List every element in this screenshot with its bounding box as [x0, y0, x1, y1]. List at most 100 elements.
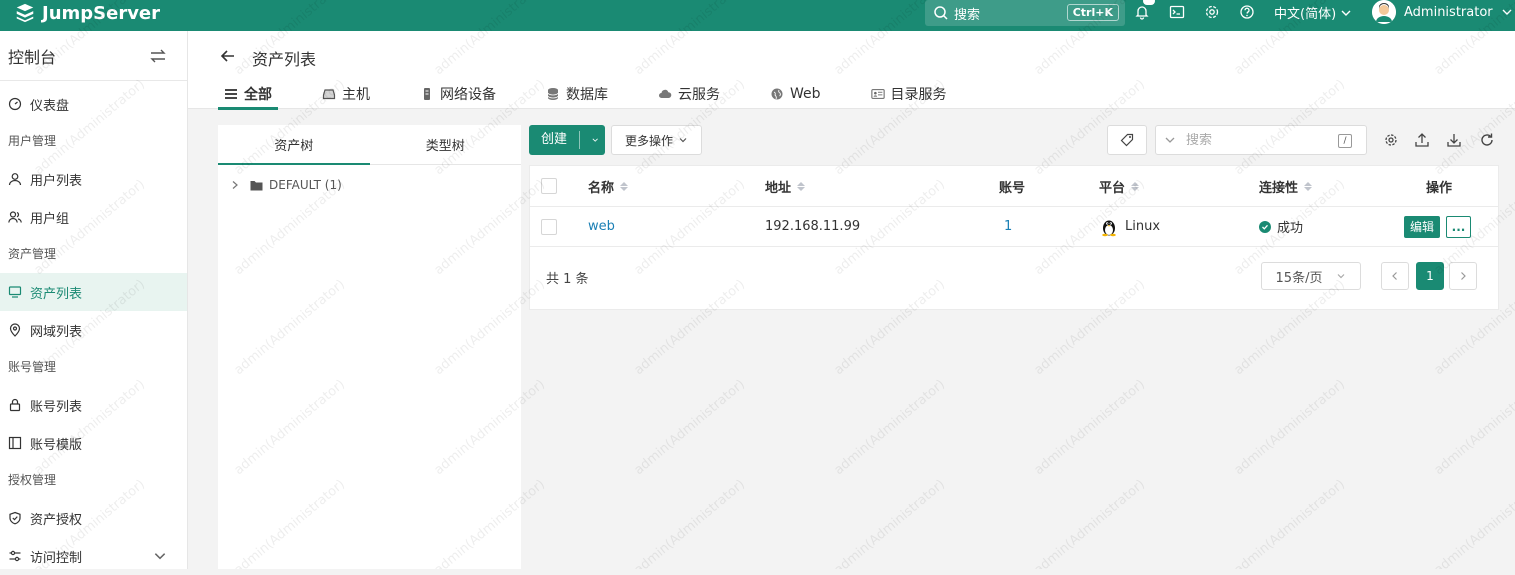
template-icon	[8, 436, 22, 450]
watermark-text: admin(Administrator)	[1431, 476, 1515, 569]
search-input[interactable]	[1186, 132, 1326, 148]
settings-button[interactable]	[1203, 3, 1221, 21]
table-search[interactable]: /	[1155, 125, 1367, 155]
import-icon[interactable]	[1446, 132, 1462, 148]
asset-name-link[interactable]: web	[588, 219, 615, 234]
sort-icon[interactable]	[620, 181, 629, 191]
row-actions: 编辑 ...	[1404, 215, 1472, 238]
sidebar-item-access-control[interactable]: 访问控制	[0, 537, 187, 575]
column-connectivity[interactable]: 连接性	[1259, 177, 1313, 196]
asset-accounts-link[interactable]: 1	[1004, 219, 1012, 234]
create-button[interactable]: 创建	[529, 125, 605, 155]
tab-network-device[interactable]: 网络设备	[414, 79, 502, 109]
global-search[interactable]: 搜索 Ctrl+K	[925, 0, 1125, 26]
more-button[interactable]: ...	[1446, 215, 1472, 238]
directory-icon	[870, 89, 885, 99]
location-icon	[9, 323, 21, 337]
sidebar-item-asset-list[interactable]: 资产列表	[0, 273, 187, 311]
sort-icon[interactable]	[1304, 181, 1313, 191]
switch-view-icon[interactable]	[149, 48, 167, 64]
export-icon[interactable]	[1414, 132, 1430, 148]
chevron-down-icon[interactable]	[1164, 134, 1176, 146]
refresh-icon[interactable]	[1479, 132, 1495, 148]
select-all-checkbox[interactable]	[541, 178, 557, 194]
user-menu[interactable]: Administrator	[1372, 0, 1513, 24]
chevron-right-icon[interactable]	[230, 180, 240, 190]
watermark-text: admin(Administrator)	[1231, 476, 1349, 569]
asset-type-tabs: 全部 主机 网络设备 数据库 云服务 Web 目录服务	[218, 79, 991, 110]
edit-button[interactable]: 编辑	[1404, 215, 1441, 238]
tab-cloud[interactable]: 云服务	[652, 79, 726, 109]
tab-host[interactable]: 主机	[316, 79, 376, 109]
terminal-button[interactable]	[1168, 3, 1186, 21]
tab-type-tree[interactable]: 类型树	[369, 125, 521, 165]
top-bar: JumpServer 搜索 Ctrl+K 中文(简体) Administrato…	[0, 0, 1515, 31]
sort-icon[interactable]	[797, 181, 806, 191]
next-page-button[interactable]	[1449, 262, 1477, 290]
tab-directory[interactable]: 目录服务	[865, 79, 953, 109]
tab-label: 全部	[244, 87, 272, 103]
watermark-text: admin(Administrator)	[1231, 376, 1349, 479]
global-search-placeholder: 搜索	[954, 7, 981, 23]
gear-icon[interactable]	[1383, 132, 1399, 148]
sidebar-item-domain-list[interactable]: 网域列表	[0, 311, 187, 349]
tab-all[interactable]: 全部	[218, 79, 278, 110]
sidebar-item-account-template[interactable]: 账号模版	[0, 424, 187, 462]
back-arrow-icon[interactable]	[220, 48, 236, 64]
sidebar-item-label: 资产授权	[30, 512, 83, 528]
column-address[interactable]: 地址	[765, 177, 806, 196]
username: Administrator	[1404, 4, 1493, 20]
cloud-icon	[659, 89, 672, 98]
sidebar-item-asset-perm[interactable]: 资产授权	[0, 499, 187, 537]
sort-icon[interactable]	[1131, 181, 1140, 191]
column-label: 连接性	[1259, 180, 1299, 196]
sidebar-title[interactable]: 控制台	[8, 44, 56, 68]
tree-panel: 资产树 类型树 DEFAULT (1)	[218, 125, 521, 569]
tab-web[interactable]: Web	[764, 79, 827, 109]
sidebar: 控制台 仪表盘 用户管理 用户列表 用户组 资产管理 资产列表 网域列表 账号管…	[0, 31, 188, 569]
user-icon	[8, 173, 22, 186]
list-icon	[225, 89, 237, 99]
notification-bell[interactable]	[1133, 0, 1155, 21]
chevron-right-icon	[1461, 272, 1466, 280]
column-name[interactable]: 名称	[588, 177, 629, 196]
tab-label: 目录服务	[890, 87, 947, 103]
sidebar-item-label: 账号模版	[30, 437, 83, 453]
tab-database[interactable]: 数据库	[540, 79, 614, 109]
language-select[interactable]: 中文(简体)	[1274, 3, 1352, 22]
column-label: 地址	[765, 180, 792, 196]
tag-filter-button[interactable]	[1107, 125, 1147, 155]
row-checkbox[interactable]	[541, 218, 557, 235]
sidebar-item-dashboard[interactable]: 仪表盘	[0, 85, 187, 123]
sidebar-item-user-group[interactable]: 用户组	[0, 198, 187, 236]
tree-node-default[interactable]: DEFAULT (1)	[218, 165, 521, 205]
watermark-text: admin(Administrator)	[1431, 376, 1515, 479]
connectivity-label: 成功	[1277, 221, 1304, 236]
watermark-text: admin(Administrator)	[1031, 376, 1149, 479]
column-platform[interactable]: 平台	[1099, 177, 1140, 196]
page-size-select[interactable]: 15条/页	[1261, 262, 1361, 290]
page-header: 资产列表 全部 主机 网络设备 数据库 云服务 Web 目录服务	[188, 31, 1515, 110]
watermark-text: admin(Administrator)	[1031, 476, 1149, 569]
logo[interactable]: JumpServer	[14, 2, 160, 24]
prev-page-button[interactable]	[1381, 262, 1409, 290]
sidebar-item-user-list[interactable]: 用户列表	[0, 160, 187, 198]
chevron-down-icon	[1338, 274, 1345, 279]
table-header: 名称 地址 账号 平台 连接性 操作	[530, 166, 1498, 207]
sidebar-group-perm: 授权管理	[8, 473, 57, 487]
help-button[interactable]	[1238, 3, 1256, 21]
chevron-down-icon[interactable]	[580, 134, 600, 146]
sidebar-group-account: 账号管理	[8, 360, 57, 374]
column-accounts: 账号	[999, 177, 1025, 196]
sidebar-item-label: 网域列表	[30, 324, 83, 340]
tag-icon	[1120, 133, 1134, 147]
avatar	[1372, 0, 1396, 24]
more-actions-button[interactable]: 更多操作	[611, 125, 702, 155]
sidebar-item-account-list[interactable]: 账号列表	[0, 386, 187, 424]
jumpserver-logo-icon	[16, 3, 34, 23]
tab-label: 主机	[342, 87, 370, 103]
chevron-down-icon	[1341, 10, 1351, 16]
tab-asset-tree[interactable]: 资产树	[218, 125, 370, 165]
page-number[interactable]: 1	[1416, 262, 1444, 290]
column-label: 操作	[1426, 180, 1453, 196]
